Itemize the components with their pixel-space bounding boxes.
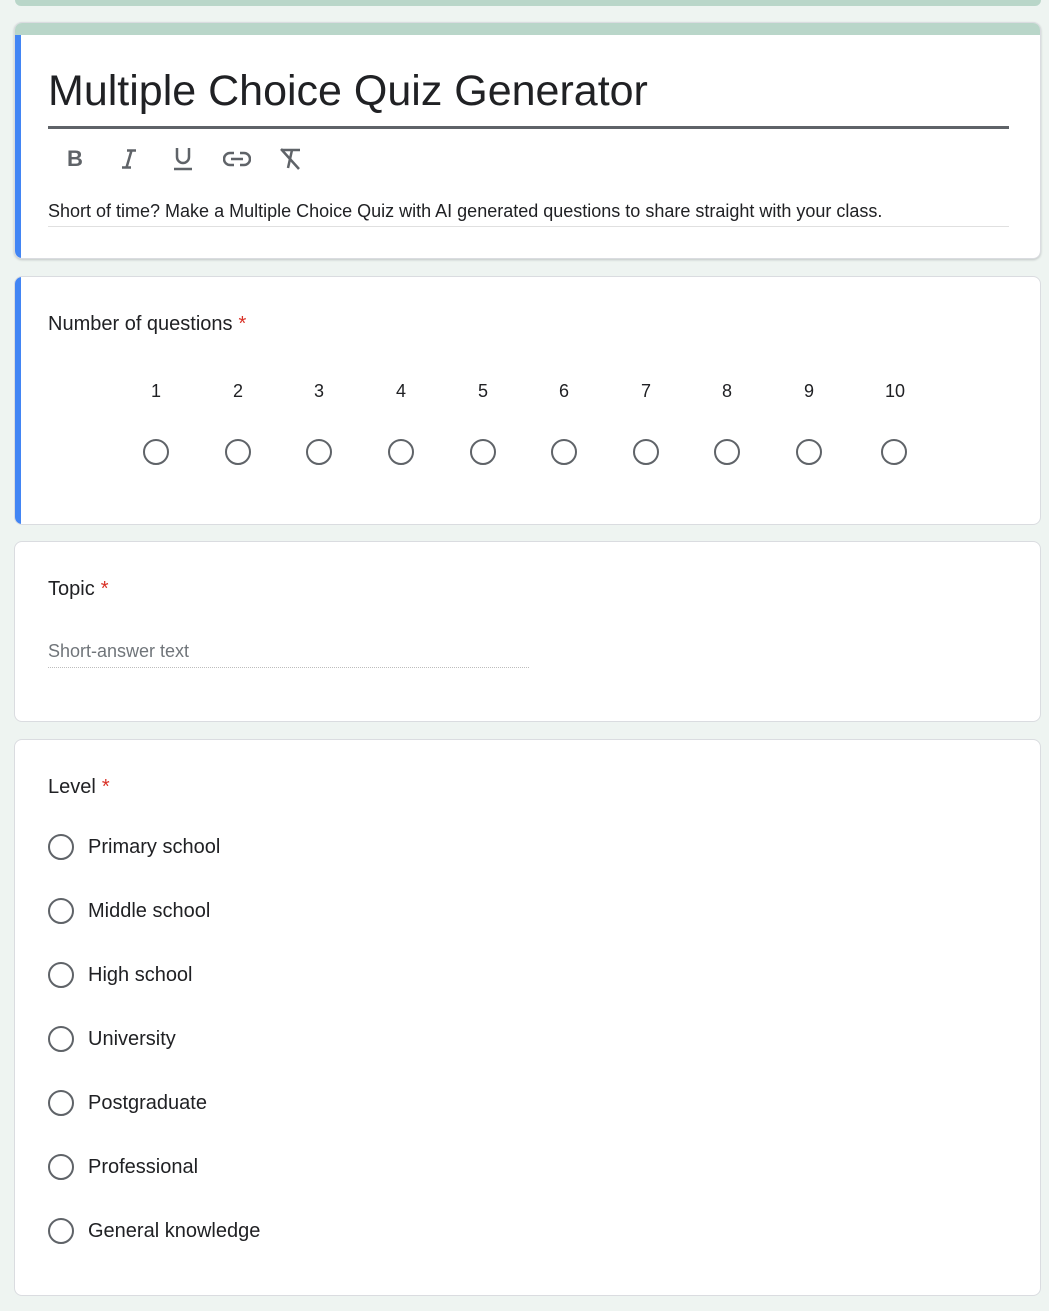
- scale-label: 1: [150, 381, 161, 401]
- underline-button[interactable]: [167, 143, 199, 175]
- question-title: Number of questions *: [48, 310, 246, 338]
- level-option-primary-school[interactable]: Primary school: [48, 833, 220, 861]
- required-asterisk: *: [101, 776, 110, 798]
- active-card-indicator: [15, 35, 21, 258]
- scale-label: 10: [884, 381, 906, 401]
- option-label: General knowledge: [88, 1220, 261, 1242]
- scale-label: 4: [395, 381, 406, 401]
- radio-button[interactable]: [48, 898, 74, 924]
- bold-icon: B: [67, 146, 83, 171]
- question-title-text: Level: [48, 776, 96, 798]
- theme-color-bar: [15, 23, 1040, 35]
- option-label: Postgraduate: [88, 1092, 207, 1114]
- clear-formatting-icon: [280, 148, 300, 170]
- link-icon: [223, 151, 251, 167]
- clear-formatting-button[interactable]: [275, 143, 307, 175]
- scale-radio-8[interactable]: [714, 439, 740, 465]
- level-option-general-knowledge[interactable]: General knowledge: [48, 1217, 260, 1245]
- scale-radio-2[interactable]: [225, 439, 251, 465]
- level-option-middle-school[interactable]: Middle school: [48, 897, 210, 925]
- scale-label: 2: [232, 381, 243, 401]
- topic-short-answer-input[interactable]: [48, 636, 529, 668]
- question-card-topic: Topic *: [14, 541, 1041, 722]
- active-card-indicator: [15, 277, 21, 524]
- question-title-text: Number of questions: [48, 313, 233, 335]
- level-option-high-school[interactable]: High school: [48, 961, 193, 989]
- question-title: Topic *: [48, 575, 109, 603]
- scale-label: 6: [558, 381, 569, 401]
- scale-radio-1[interactable]: [143, 439, 169, 465]
- scale-radio-5[interactable]: [470, 439, 496, 465]
- bold-button[interactable]: B: [59, 143, 91, 175]
- form-title[interactable]: Multiple Choice Quiz Generator: [48, 65, 1009, 129]
- required-asterisk: *: [238, 313, 247, 335]
- option-label: Professional: [88, 1156, 199, 1178]
- option-label: Primary school: [88, 836, 221, 858]
- option-label: High school: [88, 964, 193, 986]
- scale-radio-10[interactable]: [881, 439, 907, 465]
- scale-radio-3[interactable]: [306, 439, 332, 465]
- form-description[interactable]: Short of time? Make a Multiple Choice Qu…: [48, 199, 1009, 227]
- scale-label: 8: [721, 381, 732, 401]
- scale-radio-9[interactable]: [796, 439, 822, 465]
- radio-button[interactable]: [48, 1026, 74, 1052]
- italic-icon: [122, 149, 136, 169]
- scale-label: 3: [313, 381, 324, 401]
- scale-radio-4[interactable]: [388, 439, 414, 465]
- question-card-level: Level * Primary school Middle school High…: [14, 739, 1041, 1296]
- radio-button[interactable]: [48, 834, 74, 860]
- question-card-number-of-questions: Number of questions * 1 2 3 4 5 6 7 8 9 1…: [14, 276, 1041, 525]
- radio-button[interactable]: [48, 1154, 74, 1180]
- level-option-professional[interactable]: Professional: [48, 1153, 198, 1181]
- scale-radio-6[interactable]: [551, 439, 577, 465]
- level-option-university[interactable]: University: [48, 1025, 176, 1053]
- italic-button[interactable]: [113, 143, 145, 175]
- insert-link-button[interactable]: [221, 143, 253, 175]
- question-title: Level *: [48, 773, 110, 801]
- question-title-text: Topic: [48, 578, 95, 600]
- scale-label: 5: [477, 381, 488, 401]
- radio-button[interactable]: [48, 1090, 74, 1116]
- radio-button[interactable]: [48, 962, 74, 988]
- underline-icon: [174, 148, 192, 171]
- scale-radio-7[interactable]: [633, 439, 659, 465]
- radio-button[interactable]: [48, 1218, 74, 1244]
- level-option-postgraduate[interactable]: Postgraduate: [48, 1089, 207, 1117]
- required-asterisk: *: [100, 578, 109, 600]
- scale-label: 7: [640, 381, 651, 401]
- form-header-card: Multiple Choice Quiz Generator B Short o…: [14, 22, 1041, 259]
- option-label: Middle school: [88, 900, 211, 922]
- theme-header-strip: [15, 0, 1041, 6]
- scale-label: 9: [803, 381, 814, 401]
- option-label: University: [88, 1028, 176, 1050]
- text-format-toolbar: B: [59, 143, 307, 175]
